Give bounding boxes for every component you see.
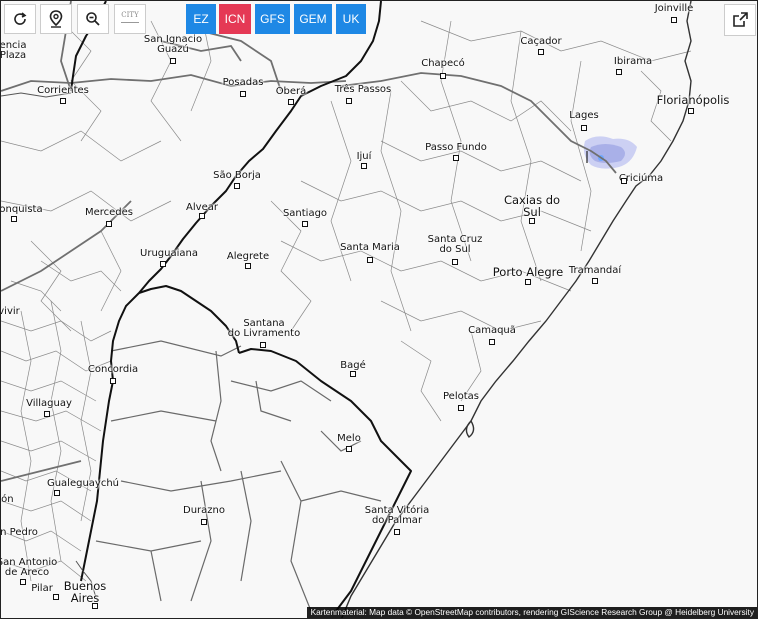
city-marker [529, 218, 535, 224]
city-marker [234, 183, 240, 189]
city-marker [452, 259, 458, 265]
city-marker [160, 261, 166, 267]
city-label: Concordia [87, 364, 139, 375]
city-label: Ijuí [356, 151, 372, 162]
city-marker [199, 213, 205, 219]
city-label: Alvear [186, 202, 218, 213]
zoom-out-icon [86, 12, 100, 26]
city-marker [592, 278, 598, 284]
city-label: n Pedro [0, 527, 38, 538]
city-label: Passo Fundo [425, 142, 487, 153]
city-label: encia Plaza [0, 40, 27, 61]
city-label: Buenos Aires [63, 579, 107, 605]
city-label: Santa Cruz do Sul [427, 234, 483, 255]
city-label: Pelotas [443, 391, 479, 402]
city-marker [367, 257, 373, 263]
city-marker [489, 339, 495, 345]
city-label: Posadas [222, 77, 264, 88]
city-label: Santa Maria [340, 242, 400, 253]
weather-map[interactable]: Joinville San Ignacio Guazú Caçador encia Pla… [0, 0, 758, 619]
city-label: Alegrete [226, 251, 270, 262]
city-marker [201, 519, 207, 525]
city-toggle-strike-icon [121, 22, 139, 23]
model-button-ez[interactable]: EZ [186, 4, 216, 34]
refresh-button[interactable] [4, 4, 36, 34]
city-label: vivir [0, 306, 20, 317]
city-label: ión [1, 494, 14, 505]
share-icon [733, 12, 748, 27]
city-label: San Antonio de Areco [0, 557, 58, 578]
city-label: Lages [569, 110, 599, 121]
city-marker [458, 405, 464, 411]
city-label: São Borja [213, 170, 261, 181]
city-marker [394, 529, 400, 535]
city-label: Florianópolis [656, 93, 730, 107]
city-marker [525, 279, 531, 285]
city-label: San Ignacio Guazú [143, 34, 203, 55]
model-button-gem[interactable]: GEM [294, 4, 332, 34]
city-marker [110, 378, 116, 384]
city-label: Oberá [275, 86, 307, 97]
city-label: Porto Alegre [492, 265, 564, 279]
model-button-gfs[interactable]: GFS [255, 4, 290, 34]
city-label: Gualeguaychú [46, 478, 120, 489]
city-marker [170, 58, 176, 64]
city-label: Durazno [183, 505, 225, 516]
location-button[interactable] [40, 4, 72, 34]
city-marker [616, 69, 622, 75]
city-marker [245, 263, 251, 269]
city-label: onquista [0, 204, 43, 215]
city-label: Pilar [31, 583, 53, 594]
city-marker [440, 73, 446, 79]
city-label: Ibirama [613, 56, 653, 67]
city-label: Uruguaiana [140, 248, 198, 259]
city-marker [106, 221, 112, 227]
city-marker [20, 579, 26, 585]
city-label: Caçador [520, 36, 562, 47]
city-marker [11, 216, 17, 222]
city-marker [621, 178, 627, 184]
city-marker [538, 49, 544, 55]
city-marker [53, 594, 59, 600]
city-toggle-label: CITY [121, 11, 139, 19]
city-label: Bagé [340, 360, 366, 371]
map-attribution: Kartenmaterial: Map data © OpenStreetMap… [306, 607, 757, 618]
location-pin-icon [49, 10, 63, 28]
city-label: Joinville [654, 3, 694, 14]
city-label: Tramandaí [568, 265, 622, 276]
model-button-uk[interactable]: UK [336, 4, 366, 34]
share-button[interactable] [724, 4, 756, 36]
city-marker [581, 125, 587, 131]
city-marker [671, 17, 677, 23]
city-label: Santiago [282, 208, 328, 219]
city-marker [60, 98, 66, 104]
city-marker [453, 155, 459, 161]
city-label: Camaquã [468, 325, 516, 336]
city-marker [688, 108, 694, 114]
city-label: Santana do Livramento [227, 318, 301, 339]
city-label: Três Passos [334, 84, 392, 95]
city-marker [92, 603, 98, 609]
city-label: Corrientes [37, 85, 89, 96]
city-marker [54, 490, 60, 496]
city-label: Chapecó [421, 58, 465, 69]
city-marker [260, 342, 266, 348]
zoom-out-button[interactable] [77, 4, 109, 34]
city-label: Caxias do Sul [503, 193, 561, 219]
city-label: Santa Vitória do Palmar [364, 505, 430, 526]
city-label: Mercedes [84, 207, 134, 218]
model-button-icn[interactable]: ICN [219, 4, 251, 34]
city-marker [302, 221, 308, 227]
city-label: Melo [337, 433, 361, 444]
refresh-icon [14, 12, 27, 25]
city-marker [350, 371, 356, 377]
city-toggle-button[interactable]: CITY [114, 4, 146, 34]
city-marker [346, 98, 352, 104]
city-label: Villaguay [26, 398, 72, 409]
city-marker [288, 99, 294, 105]
city-marker [361, 163, 367, 169]
city-marker [240, 91, 246, 97]
city-marker [346, 446, 352, 452]
city-marker [44, 411, 50, 417]
